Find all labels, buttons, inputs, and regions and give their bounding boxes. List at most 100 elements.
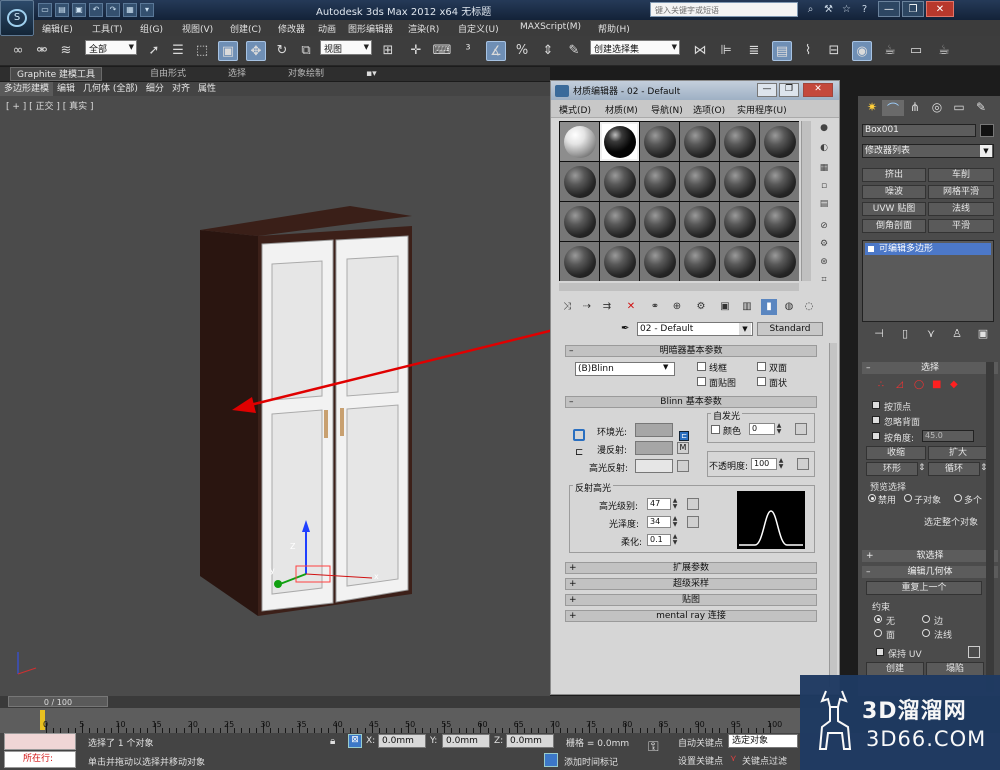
mirror-icon[interactable]: ⋈ — [690, 41, 710, 61]
bevel-profile-button[interactable]: 倒角剖面 — [862, 219, 926, 233]
modify-tab-icon[interactable]: ⌒ — [882, 100, 904, 116]
panel-polygon-modeling[interactable]: 多边形建模 — [0, 82, 54, 96]
params-scrollbar[interactable] — [829, 343, 837, 687]
snap-toggle-icon[interactable]: ³ — [458, 41, 478, 61]
menu-edit[interactable]: 编辑(E) — [42, 20, 73, 37]
wire-checkbox[interactable] — [697, 362, 706, 371]
panel-edit[interactable]: 编辑 — [53, 82, 79, 96]
sample-slot[interactable] — [640, 122, 679, 161]
go-forward-sibling-icon[interactable]: ◍ — [781, 299, 797, 315]
ribbon-options-icon[interactable]: ▪▾ — [360, 67, 383, 81]
constraint-edge-radio[interactable] — [922, 615, 930, 623]
restore-button[interactable]: ❐ — [902, 1, 924, 17]
menu-help[interactable]: 帮助(H) — [598, 20, 630, 37]
glossiness-spinner[interactable]: 34 — [647, 516, 671, 528]
show-end-result-icon[interactable]: ▥ — [739, 299, 755, 315]
put-to-library-icon[interactable]: ⊕ — [669, 299, 685, 315]
spinner-arrows[interactable]: ▲ ▼ — [777, 458, 785, 470]
sample-slot[interactable] — [760, 202, 799, 241]
make-unique-icon[interactable]: ⋎ — [918, 327, 944, 340]
menu-create[interactable]: 创建(C) — [230, 20, 261, 37]
chevron-down-icon[interactable]: ▾ — [140, 3, 154, 17]
extrude-button[interactable]: 挤出 — [862, 168, 926, 182]
glossiness-map-button[interactable] — [687, 516, 699, 528]
supersampling-rollout[interactable]: + 超级采样 — [565, 578, 817, 590]
display-tab-icon[interactable]: ▭ — [948, 100, 970, 116]
opacity-map-button[interactable] — [797, 458, 809, 470]
create-button[interactable]: 创建 — [866, 662, 924, 676]
menu-options[interactable]: 选项(O) — [693, 103, 725, 116]
preview-subobject-radio[interactable] — [904, 494, 912, 502]
soft-selection-rollout[interactable]: + 软选择 — [862, 550, 998, 562]
link-icon[interactable]: ∞ — [8, 41, 28, 61]
tab-selection[interactable]: 选择 — [222, 67, 252, 81]
time-slider[interactable]: 0 / 100 — [8, 696, 108, 707]
undo-icon[interactable]: ↶ — [89, 3, 103, 17]
menu-views[interactable]: 视图(V) — [182, 20, 213, 37]
edit-geometry-rollout[interactable]: – 编辑几何体 — [862, 566, 998, 578]
unlink-icon[interactable]: ⚮ — [32, 41, 52, 61]
menu-mode[interactable]: 模式(D) — [559, 103, 591, 116]
face-map-checkbox[interactable] — [697, 377, 706, 386]
project-folder-icon[interactable]: ▦ — [123, 3, 137, 17]
spec-level-spinner[interactable]: 47 — [647, 498, 671, 510]
spinner-arrows[interactable]: ⇕ — [918, 463, 926, 473]
close-button[interactable]: ✕ — [926, 1, 954, 17]
add-time-tag-icon[interactable] — [544, 753, 558, 767]
absolute-mode-icon[interactable]: ⊠ — [348, 734, 362, 748]
constraint-face-radio[interactable] — [874, 629, 882, 637]
menu-tools[interactable]: 工具(T) — [92, 20, 123, 37]
curve-editor-icon[interactable]: ⌇ — [798, 41, 818, 61]
material-editor-titlebar[interactable]: 材质编辑器 - 02 - Default — ❐ ✕ — [551, 81, 839, 100]
pick-material-icon[interactable]: ◌ — [801, 299, 817, 315]
modifier-list-dropdown[interactable]: 修改器列表 — [862, 144, 994, 158]
y-coordinate-field[interactable]: 0.0mm — [442, 734, 490, 748]
tab-object-paint[interactable]: 对象绘制 — [282, 67, 330, 81]
spec-level-map-button[interactable] — [687, 498, 699, 510]
vertex-icon[interactable]: ∴ — [878, 380, 896, 390]
lock-diffuse-specular-icon[interactable]: ⊏ — [575, 447, 583, 458]
background-icon[interactable]: ▦ — [817, 163, 831, 177]
restore-button[interactable]: ❐ — [779, 83, 799, 97]
binoculars-icon[interactable]: ⌕ — [803, 2, 818, 17]
uv-tiling-icon[interactable]: ▫ — [817, 181, 831, 195]
search-input[interactable]: 键入关键字或短语 — [650, 2, 798, 17]
normal-button[interactable]: 法线 — [928, 202, 994, 216]
sample-slot[interactable] — [640, 162, 679, 201]
go-to-parent-icon[interactable]: ▮ — [761, 299, 777, 315]
extended-params-rollout[interactable]: + 扩展参数 — [565, 562, 817, 574]
menu-group[interactable]: 组(G) — [140, 20, 163, 37]
shader-basic-params-rollout[interactable]: – 明暗器基本参数 — [565, 345, 817, 357]
sample-slot[interactable] — [640, 242, 679, 281]
auto-key-button[interactable]: 自动关键点 — [678, 736, 723, 749]
eyedropper-icon[interactable]: ✒ — [621, 323, 635, 335]
preview-multi-radio[interactable] — [954, 494, 962, 502]
specular-color-swatch[interactable] — [635, 459, 673, 473]
select-move-icon[interactable]: ✥ — [246, 41, 266, 61]
sample-slot[interactable] — [600, 162, 639, 201]
percent-snap-icon[interactable]: % — [512, 41, 532, 61]
tab-graphite[interactable]: Graphite 建模工具 — [10, 67, 103, 81]
sample-type-icon[interactable]: ● — [817, 123, 831, 137]
sample-slot[interactable] — [680, 122, 719, 161]
menu-material[interactable]: 材质(M) — [605, 103, 638, 116]
layer-manager-icon[interactable]: ≣ — [744, 41, 764, 61]
set-key-icon[interactable]: ⚿ — [648, 739, 659, 755]
add-time-tag-label[interactable]: 添加时间标记 — [564, 755, 618, 768]
object-name-field[interactable]: Box001 — [862, 124, 976, 137]
selection-filter-dropdown[interactable]: 全部 — [85, 40, 137, 55]
two-sided-checkbox[interactable] — [757, 362, 766, 371]
shader-type-dropdown[interactable]: (B)Blinn — [575, 362, 675, 376]
spinner-arrows[interactable]: ▲ ▼ — [671, 534, 679, 546]
utilities-tab-icon[interactable]: ✎ — [970, 100, 992, 116]
stack-item-editable-poly[interactable]: 可编辑多边形 — [865, 243, 991, 255]
menu-customize[interactable]: 自定义(U) — [458, 20, 499, 37]
select-manipulate-icon[interactable]: ✛ — [406, 41, 426, 61]
wrench-icon[interactable]: ⚒ — [821, 2, 836, 17]
element-icon[interactable]: ◆ — [950, 379, 968, 390]
rectangle-selection-icon[interactable]: ⬚ — [192, 41, 212, 61]
uvw-map-button[interactable]: UVW 贴图 — [862, 202, 926, 216]
noise-button[interactable]: 噪波 — [862, 185, 926, 199]
put-to-scene-icon[interactable]: ⇢ — [579, 299, 595, 315]
minimize-button[interactable]: — — [878, 1, 900, 17]
